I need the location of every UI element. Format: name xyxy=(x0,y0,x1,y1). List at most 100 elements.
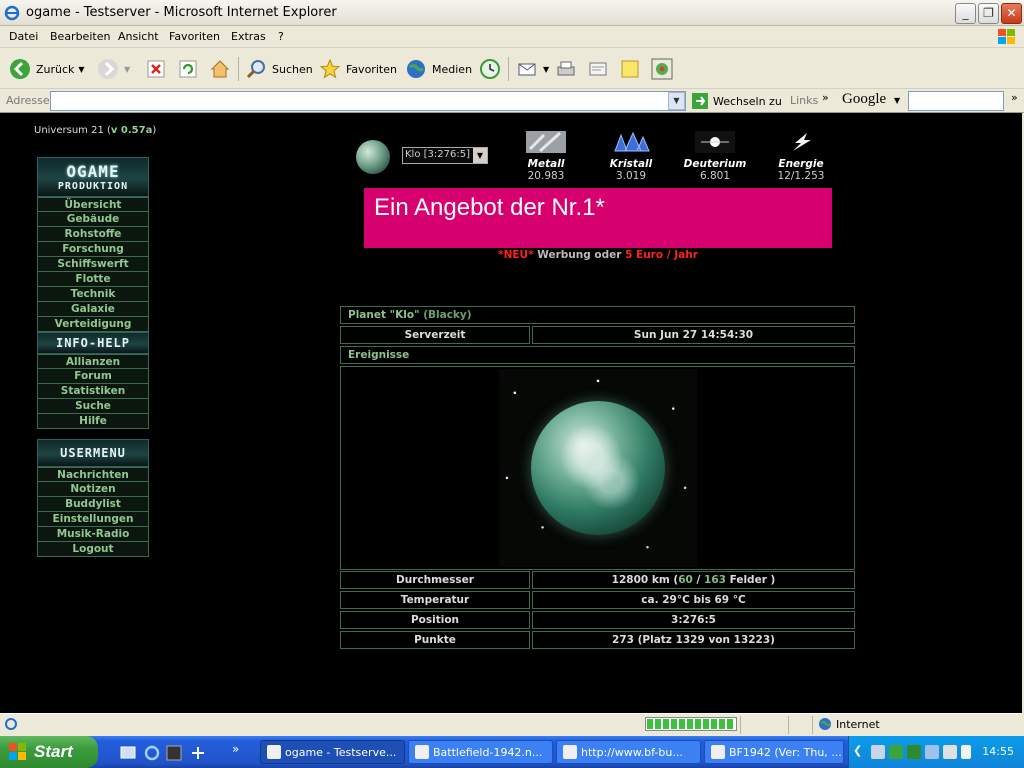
search-icon xyxy=(244,57,268,81)
planet-select[interactable]: Klo [3:276:5] ▼ xyxy=(402,147,488,164)
address-input[interactable] xyxy=(50,91,686,111)
nav-hilfe[interactable]: Hilfe xyxy=(37,414,149,429)
tray-icon-2[interactable] xyxy=(889,745,903,759)
task-bf1942[interactable]: BF1942 (Ver: Thu, ... xyxy=(704,740,844,764)
nav-einstellungen[interactable]: Einstellungen xyxy=(37,512,149,527)
nav-rohstoffe[interactable]: Rohstoffe xyxy=(37,227,149,242)
quicklaunch-desktop-icon[interactable] xyxy=(120,745,136,761)
links-chevron-icon[interactable]: » xyxy=(822,91,829,104)
search-button[interactable]: Suchen xyxy=(244,55,313,83)
mail-button[interactable]: ▼ xyxy=(515,55,549,83)
refresh-button[interactable] xyxy=(176,55,200,83)
mail-icon xyxy=(515,57,539,81)
forward-button[interactable]: ▼ xyxy=(96,55,130,83)
refresh-icon xyxy=(176,57,200,81)
left-navigation: OGAME PRODUKTION Übersicht Gebäude Rohst… xyxy=(37,157,149,557)
quicklaunch-chevron-icon[interactable]: » xyxy=(232,742,239,756)
nav-suche[interactable]: Suche xyxy=(37,399,149,414)
ad-notice[interactable]: *NEU* Werbung oder 5 Euro / Jahr xyxy=(364,249,832,261)
address-dropdown-icon[interactable]: ▼ xyxy=(668,92,685,110)
stop-button[interactable] xyxy=(144,55,168,83)
planet-thumbnail[interactable] xyxy=(356,140,390,174)
note-icon xyxy=(618,57,642,81)
nav-galaxie[interactable]: Galaxie xyxy=(37,302,149,317)
nav-notizen[interactable]: Notizen xyxy=(37,482,149,497)
tray-icon-1[interactable] xyxy=(871,745,885,759)
go-label: Wechseln zu xyxy=(713,94,782,108)
start-button[interactable]: Start xyxy=(0,736,98,768)
nav-uebersicht[interactable]: Übersicht xyxy=(37,197,149,212)
menu-bearbeiten[interactable]: Bearbeiten xyxy=(50,30,110,43)
nav-logout[interactable]: Logout xyxy=(37,542,149,557)
events-header: Ereignisse xyxy=(340,346,855,364)
planet-header: Planet "Klo" (Blacky) xyxy=(340,306,855,324)
back-button[interactable]: Zurück ▼ xyxy=(8,55,85,83)
nav-flotte[interactable]: Flotte xyxy=(37,272,149,287)
task-ogame[interactable]: ogame - Testserve... xyxy=(260,740,405,764)
nav-gebaeude[interactable]: Gebäude xyxy=(37,212,149,227)
google-chevron-icon[interactable]: » xyxy=(1011,91,1018,104)
task-bf-bu[interactable]: http://www.bf-bu... xyxy=(556,740,701,764)
history-icon xyxy=(478,57,502,81)
nav-technik[interactable]: Technik xyxy=(37,287,149,302)
universe-label: Universum 21 ( xyxy=(34,125,111,136)
forward-dropdown-icon[interactable]: ▼ xyxy=(124,65,130,74)
app-window-icon xyxy=(711,745,725,759)
minimize-button[interactable]: _ xyxy=(955,3,976,24)
fields-separator: / xyxy=(692,574,705,586)
maximize-button[interactable]: ❐ xyxy=(978,3,999,24)
media-button[interactable]: Medien xyxy=(404,55,472,83)
advertisement-banner[interactable]: Ein Angebot der Nr.1* xyxy=(364,188,832,248)
nav-nachrichten[interactable]: Nachrichten xyxy=(37,467,149,482)
history-button[interactable] xyxy=(478,55,502,83)
close-button[interactable]: ✕ xyxy=(1001,3,1022,24)
quicklaunch-app-icon[interactable] xyxy=(190,745,206,761)
links-label[interactable]: Links xyxy=(790,94,818,107)
google-toolbar-button[interactable]: Google xyxy=(842,91,886,108)
ie-icon xyxy=(4,5,20,21)
resource-kristall: Kristall 3.019 xyxy=(596,131,666,182)
back-dropdown-icon[interactable]: ▼ xyxy=(78,65,84,74)
menu-extras[interactable]: Extras xyxy=(231,30,266,43)
nav-schiffswerft[interactable]: Schiffswerft xyxy=(37,257,149,272)
tray-volume-icon[interactable] xyxy=(961,745,971,759)
home-button[interactable] xyxy=(208,55,232,83)
nav-allianzen[interactable]: Allianzen xyxy=(37,354,149,369)
menu-favoriten[interactable]: Favoriten xyxy=(169,30,220,43)
tray-icon-5[interactable] xyxy=(943,745,957,759)
menu-help[interactable]: ? xyxy=(278,30,284,43)
nav-buddylist[interactable]: Buddylist xyxy=(37,497,149,512)
toolbar: Zurück ▼ ▼ Suchen Favoriten Medien ▼ xyxy=(0,49,1024,89)
nav-musik-radio[interactable]: Musik-Radio xyxy=(37,527,149,542)
tray-expand-icon[interactable]: ❮ xyxy=(853,744,862,757)
icq-button[interactable] xyxy=(650,55,674,83)
nav-statistiken[interactable]: Statistiken xyxy=(37,384,149,399)
temperature-value: ca. 29°C bis 69 °C xyxy=(532,591,855,609)
menu-bar: Datei Bearbeiten Ansicht Favoriten Extra… xyxy=(0,26,1024,48)
quicklaunch-game-icon[interactable] xyxy=(166,745,182,761)
diameter-value: 12800 km (60 / 163 Felder ) xyxy=(532,571,855,589)
planet-title[interactable]: Planet "Klo" xyxy=(348,309,420,321)
task-battlefield[interactable]: Battlefield-1942.n... xyxy=(408,740,553,764)
mail-dropdown-icon[interactable]: ▼ xyxy=(543,65,549,74)
print-button[interactable] xyxy=(554,55,578,83)
page-status-icon xyxy=(5,718,17,730)
quicklaunch-ie-icon[interactable] xyxy=(144,745,160,761)
google-search-input[interactable] xyxy=(908,91,1004,111)
go-button[interactable]: Wechseln zu xyxy=(691,91,782,111)
back-arrow-icon xyxy=(8,57,32,81)
select-arrow-icon[interactable]: ▼ xyxy=(473,148,487,163)
menu-ansicht[interactable]: Ansicht xyxy=(118,30,159,43)
window-title: ogame - Testserver - Microsoft Internet … xyxy=(26,5,337,20)
edit-button[interactable] xyxy=(586,55,610,83)
favorites-button[interactable]: Favoriten xyxy=(318,55,397,83)
google-dropdown-icon[interactable]: ▼ xyxy=(894,96,900,105)
nav-verteidigung[interactable]: Verteidigung xyxy=(37,317,149,332)
menu-datei[interactable]: Datei xyxy=(9,30,38,43)
tray-icon-3[interactable] xyxy=(907,745,921,759)
nav-forum[interactable]: Forum xyxy=(37,369,149,384)
address-label: Adresse xyxy=(6,94,50,107)
tray-icon-4[interactable] xyxy=(925,745,939,759)
nav-forschung[interactable]: Forschung xyxy=(37,242,149,257)
discuss-button[interactable] xyxy=(618,55,642,83)
